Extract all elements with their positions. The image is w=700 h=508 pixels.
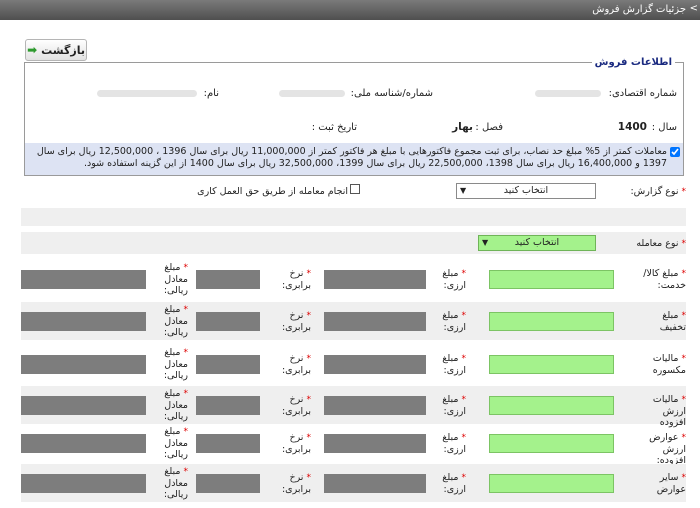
- amount-row: * سایر عوارض * مبلغ ارزی: * نرخ برابری: …: [21, 464, 686, 502]
- rial-amount-field: [21, 434, 146, 453]
- amount-input[interactable]: [489, 312, 614, 331]
- report-type-select[interactable]: انتخاب کنید ▼: [456, 183, 596, 199]
- year-value: 1400: [617, 121, 647, 133]
- brokerage-checkbox-label: انجام معامله از طریق حق العمل کاری: [197, 186, 348, 197]
- blank-row: [21, 208, 686, 226]
- back-button-label: بازگشت: [41, 43, 85, 57]
- report-type-label: نوع گزارش:: [630, 186, 679, 197]
- currency-amount-field: [324, 434, 426, 453]
- amount-row: * عوارض ارزش افزوده: * مبلغ ارزی: * نرخ …: [21, 424, 686, 466]
- national-id-label: شماره/شناسه ملی:: [350, 88, 433, 99]
- name-label: نام:: [203, 88, 219, 99]
- reg-date-label: تاریخ ثبت :: [311, 122, 357, 133]
- exchange-rate-field: [196, 270, 260, 289]
- small-transactions-checkbox[interactable]: [670, 147, 680, 157]
- currency-amount-field: [324, 312, 426, 331]
- amount-input[interactable]: [489, 270, 614, 289]
- currency-amount-field: [324, 270, 426, 289]
- collapse-arrow-icon[interactable]: >: [690, 3, 698, 14]
- row-label: مبلغ کالا/خدمت:: [643, 268, 686, 291]
- amount-input[interactable]: [489, 355, 614, 374]
- economic-code-label: شماره اقتصادی:: [608, 88, 677, 99]
- season-value: بهار: [452, 121, 473, 133]
- season-label: فصل :: [475, 122, 503, 133]
- currency-amount-field: [324, 474, 426, 493]
- row-label: عوارض ارزش افزوده:: [649, 432, 686, 466]
- exchange-rate-field: [196, 312, 260, 331]
- rial-amount-field: [21, 312, 146, 331]
- year-label: سال :: [651, 122, 677, 133]
- panel-legend: اطلاعات فروش: [591, 57, 675, 68]
- amount-row: * مالیات مکسوره * مبلغ ارزی: * نرخ برابر…: [21, 345, 686, 383]
- page-title: جزئیات گزارش فروش: [592, 4, 686, 15]
- economic-code-value: [535, 90, 601, 97]
- exchange-rate-field: [196, 355, 260, 374]
- report-type-row: * نوع گزارش: انتخاب کنید ▼ انجام معامله ا…: [197, 183, 686, 199]
- arrow-right-icon: ➡: [27, 43, 38, 57]
- name-value: [97, 90, 197, 97]
- notice-text: معاملات کمتر از 5% مبلغ حد نصاب، برای ثب…: [36, 146, 667, 169]
- currency-amount-field: [324, 396, 426, 415]
- amount-input[interactable]: [489, 434, 614, 453]
- sales-info-panel: اطلاعات فروش شماره اقتصادی: شماره/شناسه …: [24, 57, 684, 176]
- national-id-value: [279, 90, 345, 97]
- amount-input[interactable]: [489, 396, 614, 415]
- amount-row: * مبلغ تخفیف * مبلغ ارزی: * نرخ برابری: …: [21, 302, 686, 340]
- small-transactions-notice: معاملات کمتر از 5% مبلغ حد نصاب، برای ثب…: [25, 143, 683, 175]
- transaction-type-select[interactable]: انتخاب کنید ▼: [478, 235, 596, 251]
- exchange-rate-field: [196, 474, 260, 493]
- chevron-down-icon: ▼: [482, 238, 489, 247]
- rial-amount-field: [21, 474, 146, 493]
- back-button[interactable]: بازگشت ➡: [25, 39, 87, 61]
- transaction-type-label: نوع معامله: [636, 238, 679, 249]
- exchange-rate-field: [196, 396, 260, 415]
- amount-row: * مالیات ارزش افزوده * مبلغ ارزی: * نرخ …: [21, 386, 686, 428]
- rial-amount-field: [21, 355, 146, 374]
- exchange-rate-field: [196, 434, 260, 453]
- amount-row: * مبلغ کالا/خدمت: * مبلغ ارزی: * نرخ برا…: [21, 260, 686, 298]
- transaction-type-row: * نوع معامله انتخاب کنید ▼: [21, 232, 686, 254]
- rial-amount-field: [21, 270, 146, 289]
- chevron-down-icon: ▼: [460, 186, 467, 195]
- title-bar: > جزئیات گزارش فروش: [0, 0, 700, 20]
- rial-amount-field: [21, 396, 146, 415]
- currency-amount-field: [324, 355, 426, 374]
- amount-input[interactable]: [489, 474, 614, 493]
- brokerage-checkbox[interactable]: [350, 184, 360, 194]
